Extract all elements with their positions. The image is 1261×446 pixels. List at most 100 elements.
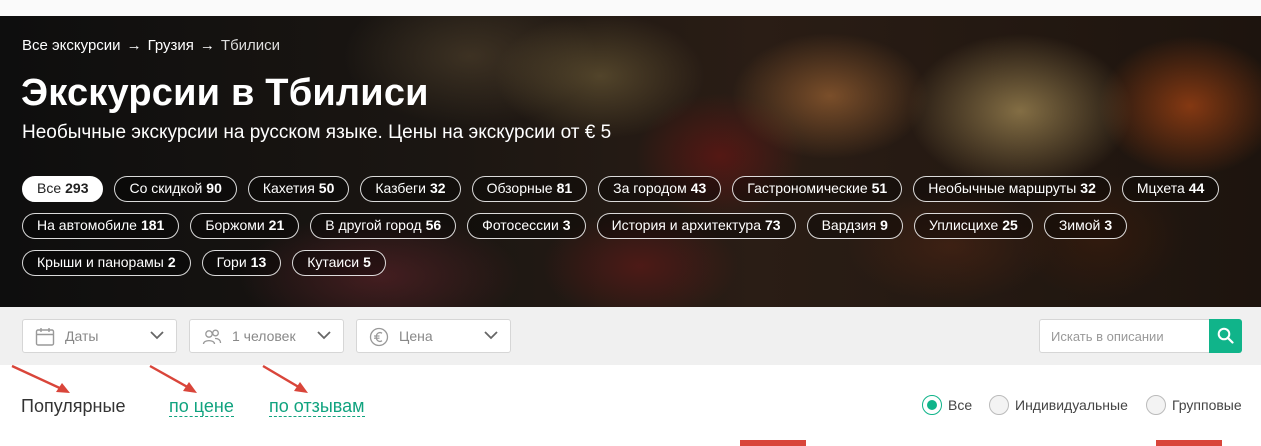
search-button[interactable] bbox=[1209, 319, 1242, 353]
chip-unusual-routes[interactable]: Необычные маршруты 32 bbox=[913, 176, 1111, 202]
chip-label: Обзорные bbox=[486, 180, 553, 196]
chevron-down-icon bbox=[150, 331, 164, 340]
calendar-icon bbox=[35, 328, 55, 346]
chip-count: 43 bbox=[690, 180, 707, 196]
chip-label: Крыши и панорамы bbox=[37, 254, 164, 270]
annotation-arrows bbox=[11, 364, 308, 393]
chip-by-car[interactable]: На автомобиле 181 bbox=[22, 213, 180, 239]
page-subtitle: Необычные экскурсии на русском языке. Це… bbox=[22, 122, 612, 143]
chip-label: Гори bbox=[216, 254, 247, 270]
top-strip bbox=[0, 0, 1261, 16]
chip-label: Необычные маршруты bbox=[928, 180, 1077, 196]
chip-label: Казбеги bbox=[375, 180, 426, 196]
chip-count: 51 bbox=[871, 180, 888, 196]
chip-label: Со скидкой bbox=[129, 180, 203, 196]
breadcrumb-all-tours[interactable]: Все экскурсии bbox=[22, 37, 121, 54]
breadcrumb-separator: → bbox=[199, 37, 215, 54]
breadcrumb-tbilisi: Тбилиси bbox=[220, 37, 281, 54]
chip-roofs-panoramas[interactable]: Крыши и панорамы 2 bbox=[22, 250, 191, 276]
chip-count: 3 bbox=[1104, 217, 1113, 233]
chip-winter[interactable]: Зимой 3 bbox=[1043, 213, 1128, 239]
chip-count: 56 bbox=[425, 217, 442, 233]
radio-individual[interactable]: Индивидуальные bbox=[989, 395, 1128, 415]
filter-bar: Даты 1 человек Цена bbox=[0, 307, 1261, 365]
chevron-down-icon bbox=[317, 331, 331, 340]
chip-uplistsikhe[interactable]: Уплисцихе 25 bbox=[913, 213, 1033, 239]
chip-label: Все bbox=[37, 180, 62, 196]
chip-label: Уплисцихе bbox=[928, 217, 999, 233]
dates-dropdown[interactable]: Даты bbox=[22, 319, 177, 353]
chip-another-city[interactable]: В другой город 56 bbox=[310, 213, 457, 239]
chip-label: Кахетия bbox=[262, 180, 315, 196]
chip-label: За городом bbox=[613, 180, 687, 196]
chip-label: История и архитектура bbox=[611, 217, 761, 233]
chip-vardzia[interactable]: Вардзия 9 bbox=[806, 213, 903, 239]
search-input[interactable] bbox=[1039, 319, 1209, 353]
hero-banner: Все экскурсии → Грузия → Тбилиси Экскурсии в… bbox=[0, 16, 1261, 307]
breadcrumb-georgia[interactable]: Грузия bbox=[148, 37, 194, 54]
people-icon bbox=[202, 329, 222, 345]
chip-kazbegi[interactable]: Казбеги 32 bbox=[360, 176, 461, 202]
chip-kakheti[interactable]: Кахетия 50 bbox=[247, 176, 350, 202]
chip-count: 81 bbox=[556, 180, 573, 196]
card-badge-edge bbox=[740, 440, 806, 446]
chip-label: Гастрономические bbox=[747, 180, 868, 196]
chip-count: 90 bbox=[206, 180, 222, 196]
chip-outside-city[interactable]: За городом 43 bbox=[598, 176, 722, 202]
category-chips: Все 293 Со скидкой 90 Кахетия 50 Казбеги 32 … bbox=[22, 176, 1252, 276]
radio-circle bbox=[989, 395, 1009, 415]
chevron-down-icon bbox=[484, 331, 498, 340]
chip-count: 293 bbox=[65, 180, 89, 196]
chip-label: Фотосессии bbox=[482, 217, 559, 233]
radio-group[interactable]: Групповые bbox=[1146, 395, 1242, 415]
annotation-arrow-icon bbox=[11, 364, 70, 393]
chip-kutaisi[interactable]: Кутаиси 5 bbox=[292, 250, 386, 276]
radio-all[interactable]: Все bbox=[922, 395, 972, 415]
price-dropdown[interactable]: Цена bbox=[356, 319, 511, 353]
euro-icon bbox=[369, 327, 389, 347]
chip-label: Боржоми bbox=[205, 217, 265, 233]
chip-count: 21 bbox=[268, 217, 285, 233]
chip-all[interactable]: Все 293 bbox=[22, 176, 104, 202]
people-label: 1 человек bbox=[232, 328, 296, 344]
chip-count: 50 bbox=[318, 180, 335, 196]
chip-count: 181 bbox=[140, 217, 165, 233]
search-box bbox=[1039, 319, 1242, 353]
chip-gastronomic[interactable]: Гастрономические 51 bbox=[732, 176, 903, 202]
chip-gori[interactable]: Гори 13 bbox=[201, 250, 282, 276]
chip-label: Кутаиси bbox=[307, 254, 360, 270]
chip-count: 73 bbox=[765, 217, 781, 233]
chip-count: 3 bbox=[562, 217, 571, 233]
chip-history-architecture[interactable]: История и архитектура 73 bbox=[596, 213, 796, 239]
radio-label: Индивидуальные bbox=[1015, 397, 1128, 413]
dates-label: Даты bbox=[65, 328, 99, 344]
chip-count: 13 bbox=[250, 254, 267, 270]
chip-label: Мцхета bbox=[1136, 180, 1185, 196]
people-dropdown[interactable]: 1 человек bbox=[189, 319, 344, 353]
page-title: Экскурсии в Тбилиси bbox=[21, 72, 429, 114]
annotation-arrow-icon bbox=[149, 364, 197, 393]
chip-label: Зимой bbox=[1058, 217, 1101, 233]
search-icon bbox=[1217, 327, 1234, 344]
radio-circle bbox=[922, 395, 942, 415]
chip-count: 2 bbox=[167, 254, 176, 270]
annotation-arrow-icon bbox=[262, 364, 308, 393]
chip-label: Вардзия bbox=[821, 217, 877, 233]
chip-count: 32 bbox=[1080, 180, 1096, 196]
chip-count: 44 bbox=[1188, 180, 1205, 196]
radio-label: Групповые bbox=[1172, 397, 1242, 413]
breadcrumb-separator: → bbox=[126, 37, 142, 54]
chip-count: 5 bbox=[363, 254, 371, 270]
chip-overview[interactable]: Обзорные 81 bbox=[471, 176, 588, 202]
price-label: Цена bbox=[399, 328, 433, 344]
chip-count: 32 bbox=[429, 180, 446, 196]
chip-count: 9 bbox=[880, 217, 888, 233]
chip-photoshoots[interactable]: Фотосессии 3 bbox=[467, 213, 586, 239]
chip-label: В другой город bbox=[325, 217, 422, 233]
card-badge-edge bbox=[1156, 440, 1222, 446]
chip-mtskheta[interactable]: Мцхета 44 bbox=[1121, 176, 1220, 202]
radio-circle bbox=[1146, 395, 1166, 415]
chip-discount[interactable]: Со скидкой 90 bbox=[114, 176, 237, 202]
chip-borjomi[interactable]: Боржоми 21 bbox=[190, 213, 300, 239]
chip-count: 25 bbox=[1002, 217, 1018, 233]
